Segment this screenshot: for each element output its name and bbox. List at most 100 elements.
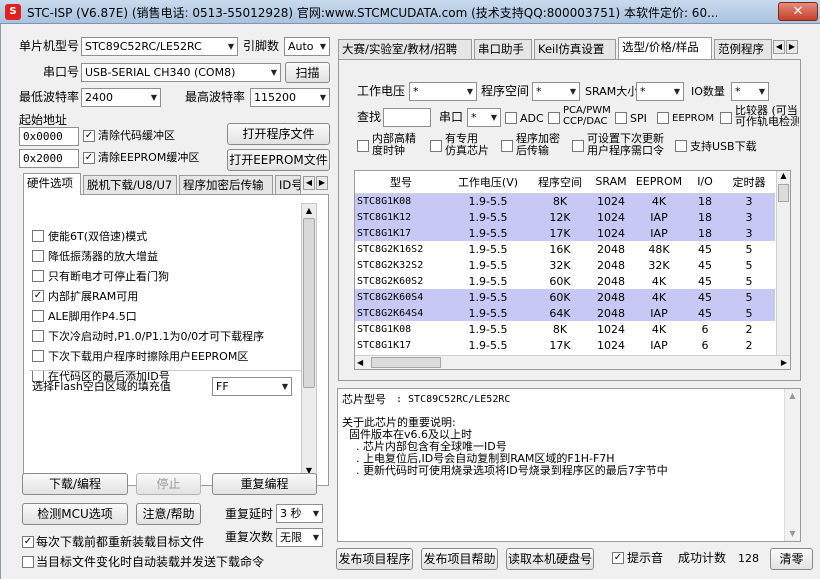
table-row[interactable]: STC8G1K17 1.9-5.5 17K 1024 IAP 18 3 [355,225,775,241]
tab-encrypted-transfer[interactable]: 程序加密后传输 [179,175,273,195]
tab-contest[interactable]: 大赛/实验室/教材/招聘 [338,39,472,59]
column-header[interactable]: SRAM [591,171,631,194]
flash-fill-select[interactable]: FF [212,377,292,396]
tab-keil-settings[interactable]: Keil仿真设置 [534,39,616,59]
tab-scroll-left-icon[interactable]: ◀ [303,176,315,190]
tab-id-number[interactable]: ID号 [275,175,301,195]
usb-download-checkbox[interactable] [675,140,687,152]
open-program-button[interactable]: 打开程序文件 [227,123,330,145]
auto-load-checkbox[interactable] [22,556,34,568]
internal-clock-checkbox[interactable] [357,140,369,152]
clear-count-button[interactable]: 清零 [770,548,813,570]
info-scroll-up-icon[interactable]: ▲ [785,389,800,403]
pins-select[interactable]: Auto [284,37,330,56]
publish-help-button[interactable]: 发布项目帮助 [421,548,498,570]
detect-mcu-button[interactable]: 检测MCU选项 [22,503,128,525]
option-checkbox[interactable] [32,250,44,262]
clear-code-checkbox[interactable]: ✓ [83,130,95,142]
min-baud-select[interactable]: 2400 [81,88,161,107]
close-icon[interactable]: ✕ [778,2,818,21]
table-hscroll-thumb[interactable] [371,357,441,368]
eeprom-checkbox[interactable] [657,112,669,124]
option-checkbox[interactable] [32,270,44,282]
port-select[interactable]: USB-SERIAL CH340 (COM8) [81,63,281,82]
sound-checkbox[interactable]: ✓ [612,552,624,564]
table-row[interactable]: STC8G1K12 1.9-5.5 12K 1024 IAP 18 3 [355,209,775,225]
download-program-button[interactable]: 下载/编程 [22,473,128,495]
scroll-thumb[interactable] [303,218,315,388]
column-header[interactable]: I/O [687,171,723,194]
table-cell-timers: 2 [745,338,753,352]
tab-offline-download[interactable]: 脱机下载/U8/U7 [83,175,177,195]
table-row[interactable]: STC8G1K08 1.9-5.5 8K 1024 4K 6 2 [355,321,775,337]
comparator-checkbox[interactable] [720,112,732,124]
encrypt-checkbox[interactable] [501,140,513,152]
options-scrollbar[interactable]: ▲ ▼ [301,203,317,479]
code-address-input[interactable]: 0x0000 [19,127,79,146]
column-header[interactable]: 型号 [355,171,447,194]
table-cell-model: STC8G1K08 [355,193,447,209]
table-row[interactable]: STC8G2K16S2 1.9-5.5 16K 2048 48K 45 5 [355,241,775,257]
chip-table[interactable]: 型号 工作电压(V) 程序空间 SRAM EEPROM I/O 定时器 STC8G1K08 1… [354,170,791,370]
scan-button[interactable]: 扫描 [285,62,330,83]
option-checkbox[interactable] [32,330,44,342]
max-baud-select[interactable]: 115200 [250,88,330,107]
column-header[interactable]: 工作电压(V) [447,171,529,194]
user-password-checkbox[interactable] [572,140,584,152]
tab-serial-assistant[interactable]: 串口助手 [474,39,532,59]
table-row[interactable]: STC8G2K60S2 1.9-5.5 60K 2048 4K 45 5 [355,273,775,289]
table-scroll-left-icon[interactable]: ◀ [357,356,363,369]
option-checkbox[interactable] [32,310,44,322]
clear-eeprom-checkbox[interactable]: ✓ [83,152,95,164]
io-count-select[interactable]: * [731,82,769,101]
scroll-up-icon[interactable]: ▲ [302,204,316,218]
read-disk-id-button[interactable]: 读取本机硬盘号 [506,548,594,570]
uart-select[interactable]: * [467,108,501,127]
find-input[interactable] [383,108,431,127]
table-cell-eeprom: 32K [648,258,670,272]
table-row[interactable]: STC8G2K64S4 1.9-5.5 64K 2048 IAP 45 5 [355,305,775,321]
eeprom-address-input[interactable]: 0x2000 [19,149,79,168]
info-scrollbar[interactable]: ▲ ▼ [784,389,800,541]
column-header[interactable]: 程序空间 [529,171,591,194]
table-cell-io: 45 [687,305,723,321]
table-hscroll[interactable]: ◀ ▶ [355,355,790,369]
table-scroll-thumb[interactable] [778,184,789,202]
mcu-type-select[interactable]: STC89C52RC/LE52RC [81,37,238,56]
emulation-checkbox[interactable] [430,140,442,152]
table-row[interactable]: STC8G2K32S2 1.9-5.5 32K 2048 32K 45 5 [355,257,775,273]
tab-examples[interactable]: 范例程序 [714,39,772,59]
sram-select[interactable]: * [636,82,684,101]
right-tab-scroll-left-icon[interactable]: ◀ [773,40,785,54]
pca-checkbox[interactable] [548,112,560,124]
option-checkbox[interactable]: ✓ [32,290,44,302]
table-cell-flash: 8K [552,322,568,336]
publish-program-button[interactable]: 发布项目程序 [336,548,413,570]
option-checkbox[interactable] [32,230,44,242]
table-row[interactable]: STC8G2K60S4 1.9-5.5 60K 2048 4K 45 5 [355,289,775,305]
help-button[interactable]: 注意/帮助 [136,503,201,525]
table-row[interactable]: STC8G1K17 1.9-5.5 17K 1024 IAP 6 2 [355,337,775,353]
column-header[interactable]: 定时器 [723,171,775,194]
info-scroll-down-icon[interactable]: ▼ [785,527,800,541]
tab-selection-price[interactable]: 选型/价格/样品 [618,37,712,59]
table-scroll-right-icon[interactable]: ▶ [781,356,787,369]
tab-hardware-options[interactable]: 硬件选项 [23,173,81,195]
table-scroll-up-icon[interactable]: ▲ [777,171,790,184]
right-tab-scroll-right-icon[interactable]: ▶ [786,40,798,54]
voltage-select[interactable]: * [409,82,477,101]
adc-checkbox[interactable] [505,112,517,124]
tab-scroll-right-icon[interactable]: ▶ [316,176,328,190]
stop-button[interactable]: 停止 [136,473,201,495]
column-header[interactable]: EEPROM [631,171,687,194]
reload-checkbox[interactable]: ✓ [22,536,34,548]
repeat-count-select[interactable]: 无限 [276,528,323,547]
repeat-program-button[interactable]: 重复编程 [212,473,317,495]
table-row[interactable]: STC8G1K08 1.9-5.5 8K 1024 4K 18 3 [355,193,775,209]
program-space-select[interactable]: * [532,82,580,101]
table-vscroll[interactable]: ▲ [776,171,790,355]
option-checkbox[interactable] [32,350,44,362]
spi-checkbox[interactable] [615,112,627,124]
repeat-delay-select[interactable]: 3 秒 [276,504,323,523]
open-eeprom-button[interactable]: 打开EEPROM文件 [227,149,330,171]
